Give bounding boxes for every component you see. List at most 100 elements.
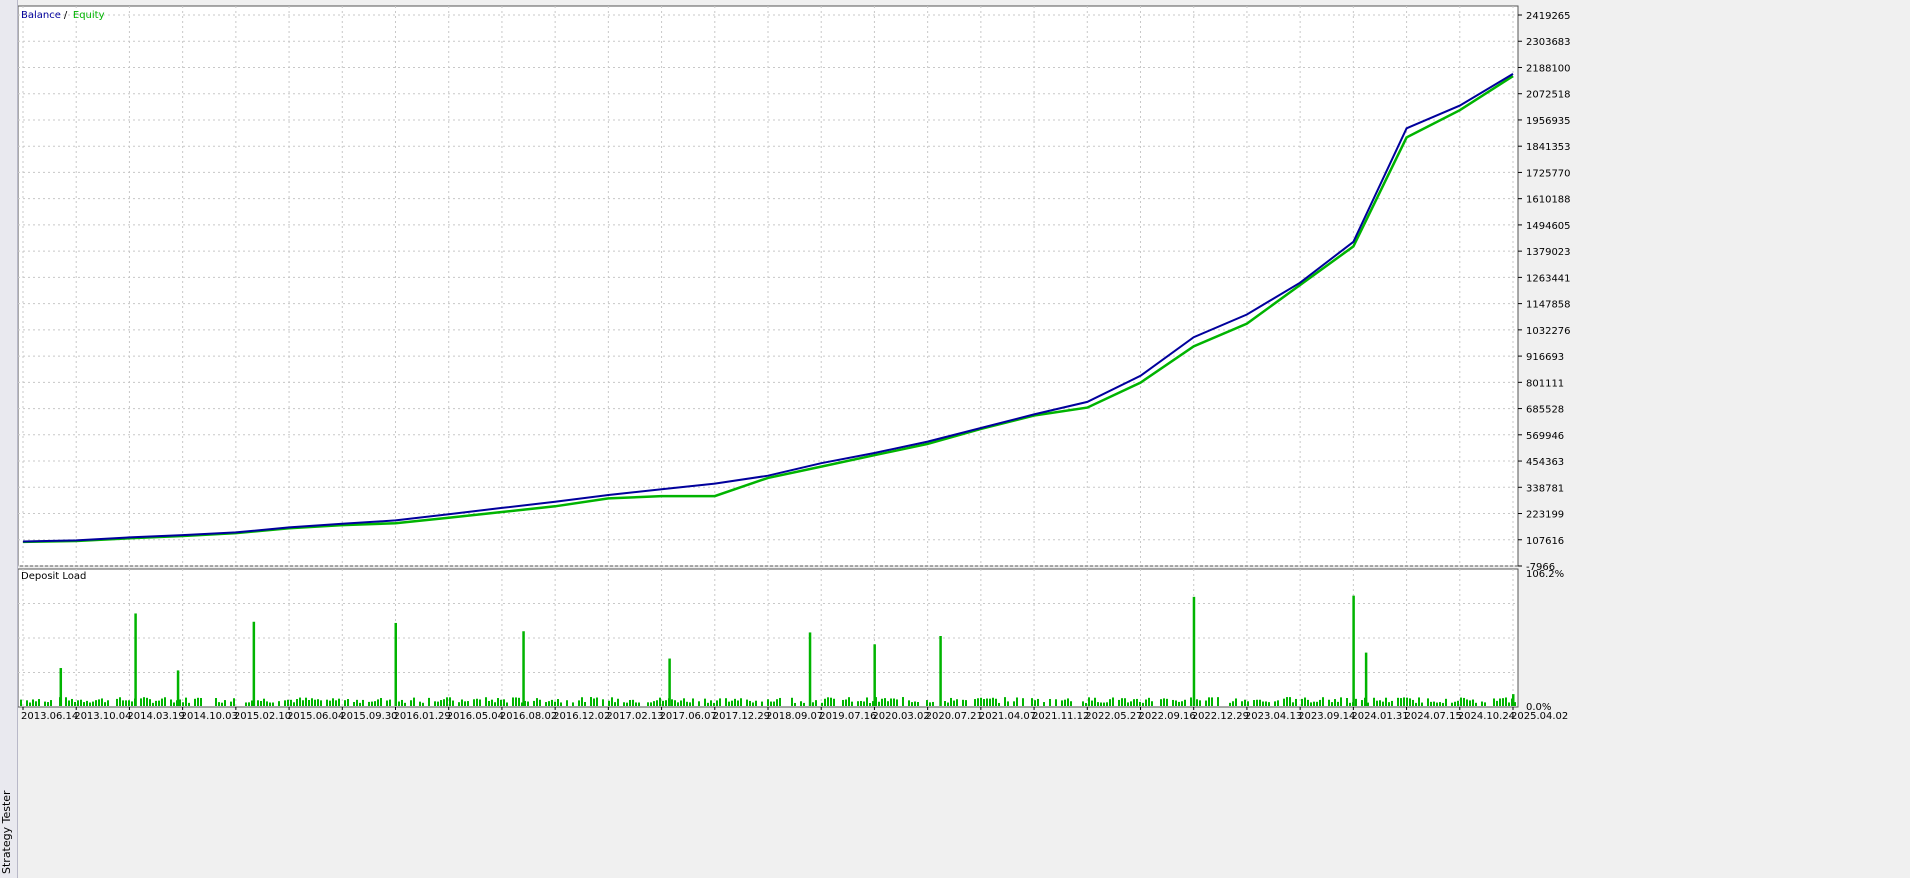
deposit-load-bar	[665, 700, 667, 706]
deposit-load-bar	[707, 702, 709, 706]
deposit-load-bar	[914, 701, 916, 706]
deposit-load-bar	[1442, 702, 1444, 706]
deposit-load-bar	[1475, 702, 1477, 706]
deposit-load-bar	[1397, 697, 1399, 706]
deposit-load-bar	[995, 698, 997, 706]
deposit-load-bar	[539, 699, 541, 706]
y-tick-label: 454363	[1526, 457, 1564, 468]
deposit-load-bar	[146, 697, 148, 706]
deposit-load-bar	[218, 702, 220, 706]
strategy-tester-graph: 2419265 2303683 2188100 2072518 1956935 18413…	[18, 5, 1571, 722]
deposit-load-bar	[32, 699, 34, 706]
deposit-load-bar	[683, 698, 685, 706]
deposit-load-bar	[728, 701, 730, 706]
deposit-load-bar	[1295, 698, 1297, 706]
deposit-load-bar	[404, 702, 406, 706]
y-tick-label: 1032276	[1526, 326, 1571, 337]
x-tick-label: 2023.09.14	[1298, 711, 1355, 722]
deposit-load-bar	[269, 702, 271, 706]
deposit-load-peak	[59, 668, 63, 706]
deposit-load-bar	[773, 701, 775, 706]
x-tick-label: 2013.06.14	[21, 711, 78, 722]
deposit-load-bar	[584, 701, 586, 706]
deposit-load-bar	[98, 699, 100, 706]
deposit-load-bar	[1091, 700, 1093, 706]
deposit-load-bar	[1118, 699, 1120, 706]
deposit-load-bar	[86, 700, 88, 706]
x-tick-label: 2021.11.12	[1032, 711, 1089, 722]
deposit-load-bar	[980, 697, 982, 706]
deposit-load-bar	[965, 700, 967, 706]
deposit-load-bar	[1292, 702, 1294, 706]
deposit-load-bar	[83, 702, 85, 706]
deposit-load-bar	[1379, 700, 1381, 706]
deposit-load-bar	[917, 702, 919, 706]
deposit-load-bar	[1460, 697, 1462, 706]
deposit-load-bar	[1181, 701, 1183, 706]
deposit-load-bar	[410, 700, 412, 706]
deposit-load-bar	[380, 698, 382, 706]
deposit-load-bar	[1328, 699, 1330, 706]
y-tick-label: 1379023	[1526, 247, 1571, 258]
deposit-load-bar	[143, 697, 145, 706]
deposit-load-bar	[1286, 697, 1288, 706]
deposit-load-bar	[1421, 702, 1423, 706]
deposit-load-peak	[873, 644, 876, 706]
deposit-load-bar	[1349, 702, 1351, 706]
deposit-load-bar	[767, 699, 769, 706]
deposit-load-bar	[1097, 702, 1099, 706]
deposit-load-bar	[761, 701, 763, 706]
deposit-load-bar	[389, 699, 391, 706]
deposit-load-bar	[1070, 701, 1072, 706]
deposit-load-bar	[440, 700, 442, 706]
deposit-load-bar	[560, 702, 562, 706]
deposit-load-peak	[394, 622, 397, 706]
deposit-load-bar	[1457, 700, 1459, 706]
deposit-load-bar	[635, 702, 637, 706]
deposit-load-bar	[1007, 701, 1009, 706]
deposit-load-bar	[1100, 702, 1102, 706]
deposit-load-bar	[1268, 702, 1270, 706]
x-tick-label: 2014.03.19	[127, 711, 184, 722]
y-tick-label: 1610188	[1526, 195, 1571, 206]
deposit-load-bar	[1322, 697, 1324, 706]
deposit-load-bar	[632, 699, 634, 706]
deposit-load-peak	[134, 613, 137, 706]
deposit-load-bar	[869, 702, 871, 706]
deposit-load-bar	[1244, 699, 1246, 706]
deposit-load-bar	[245, 702, 247, 706]
deposit-load-bar	[1400, 698, 1402, 706]
x-tick-label: 2013.10.04	[74, 711, 131, 722]
deposit-load-bar	[77, 700, 79, 706]
deposit-load-bar	[1391, 700, 1393, 706]
deposit-load-bar	[1481, 701, 1483, 706]
deposit-load-bar	[215, 698, 217, 706]
deposit-load-bar	[932, 701, 934, 706]
deposit-load-bar	[800, 701, 802, 706]
deposit-load-bar	[740, 698, 742, 706]
deposit-load-bar	[887, 701, 889, 706]
deposit-load-bar	[725, 698, 727, 706]
deposit-load-bar	[449, 697, 451, 706]
y-tick-label: 1263441	[1526, 273, 1571, 284]
deposit-load-bar	[1163, 698, 1165, 706]
deposit-load-bar	[590, 697, 592, 706]
deposit-load-bar	[68, 700, 70, 706]
deposit-load-bar	[1346, 698, 1348, 706]
deposit-load-bar	[611, 697, 613, 706]
deposit-load-bar	[1409, 698, 1411, 706]
deposit-load-bar	[548, 701, 550, 706]
deposit-load-bar	[719, 698, 721, 706]
deposit-load-bar	[755, 700, 757, 706]
deposit-load-bar	[479, 699, 481, 706]
deposit-load-bar	[803, 702, 805, 706]
x-tick-label: 2016.08.02	[500, 711, 557, 722]
deposit-load-bar	[497, 698, 499, 706]
deposit-load-bar	[572, 702, 574, 706]
x-tick-label: 2024.01.31	[1351, 711, 1408, 722]
deposit-load-bar	[998, 702, 1000, 706]
deposit-load-bar	[893, 698, 895, 706]
deposit-load-bar	[716, 700, 718, 706]
deposit-load-bar	[518, 697, 520, 706]
deposit-load-peak	[1352, 595, 1355, 706]
